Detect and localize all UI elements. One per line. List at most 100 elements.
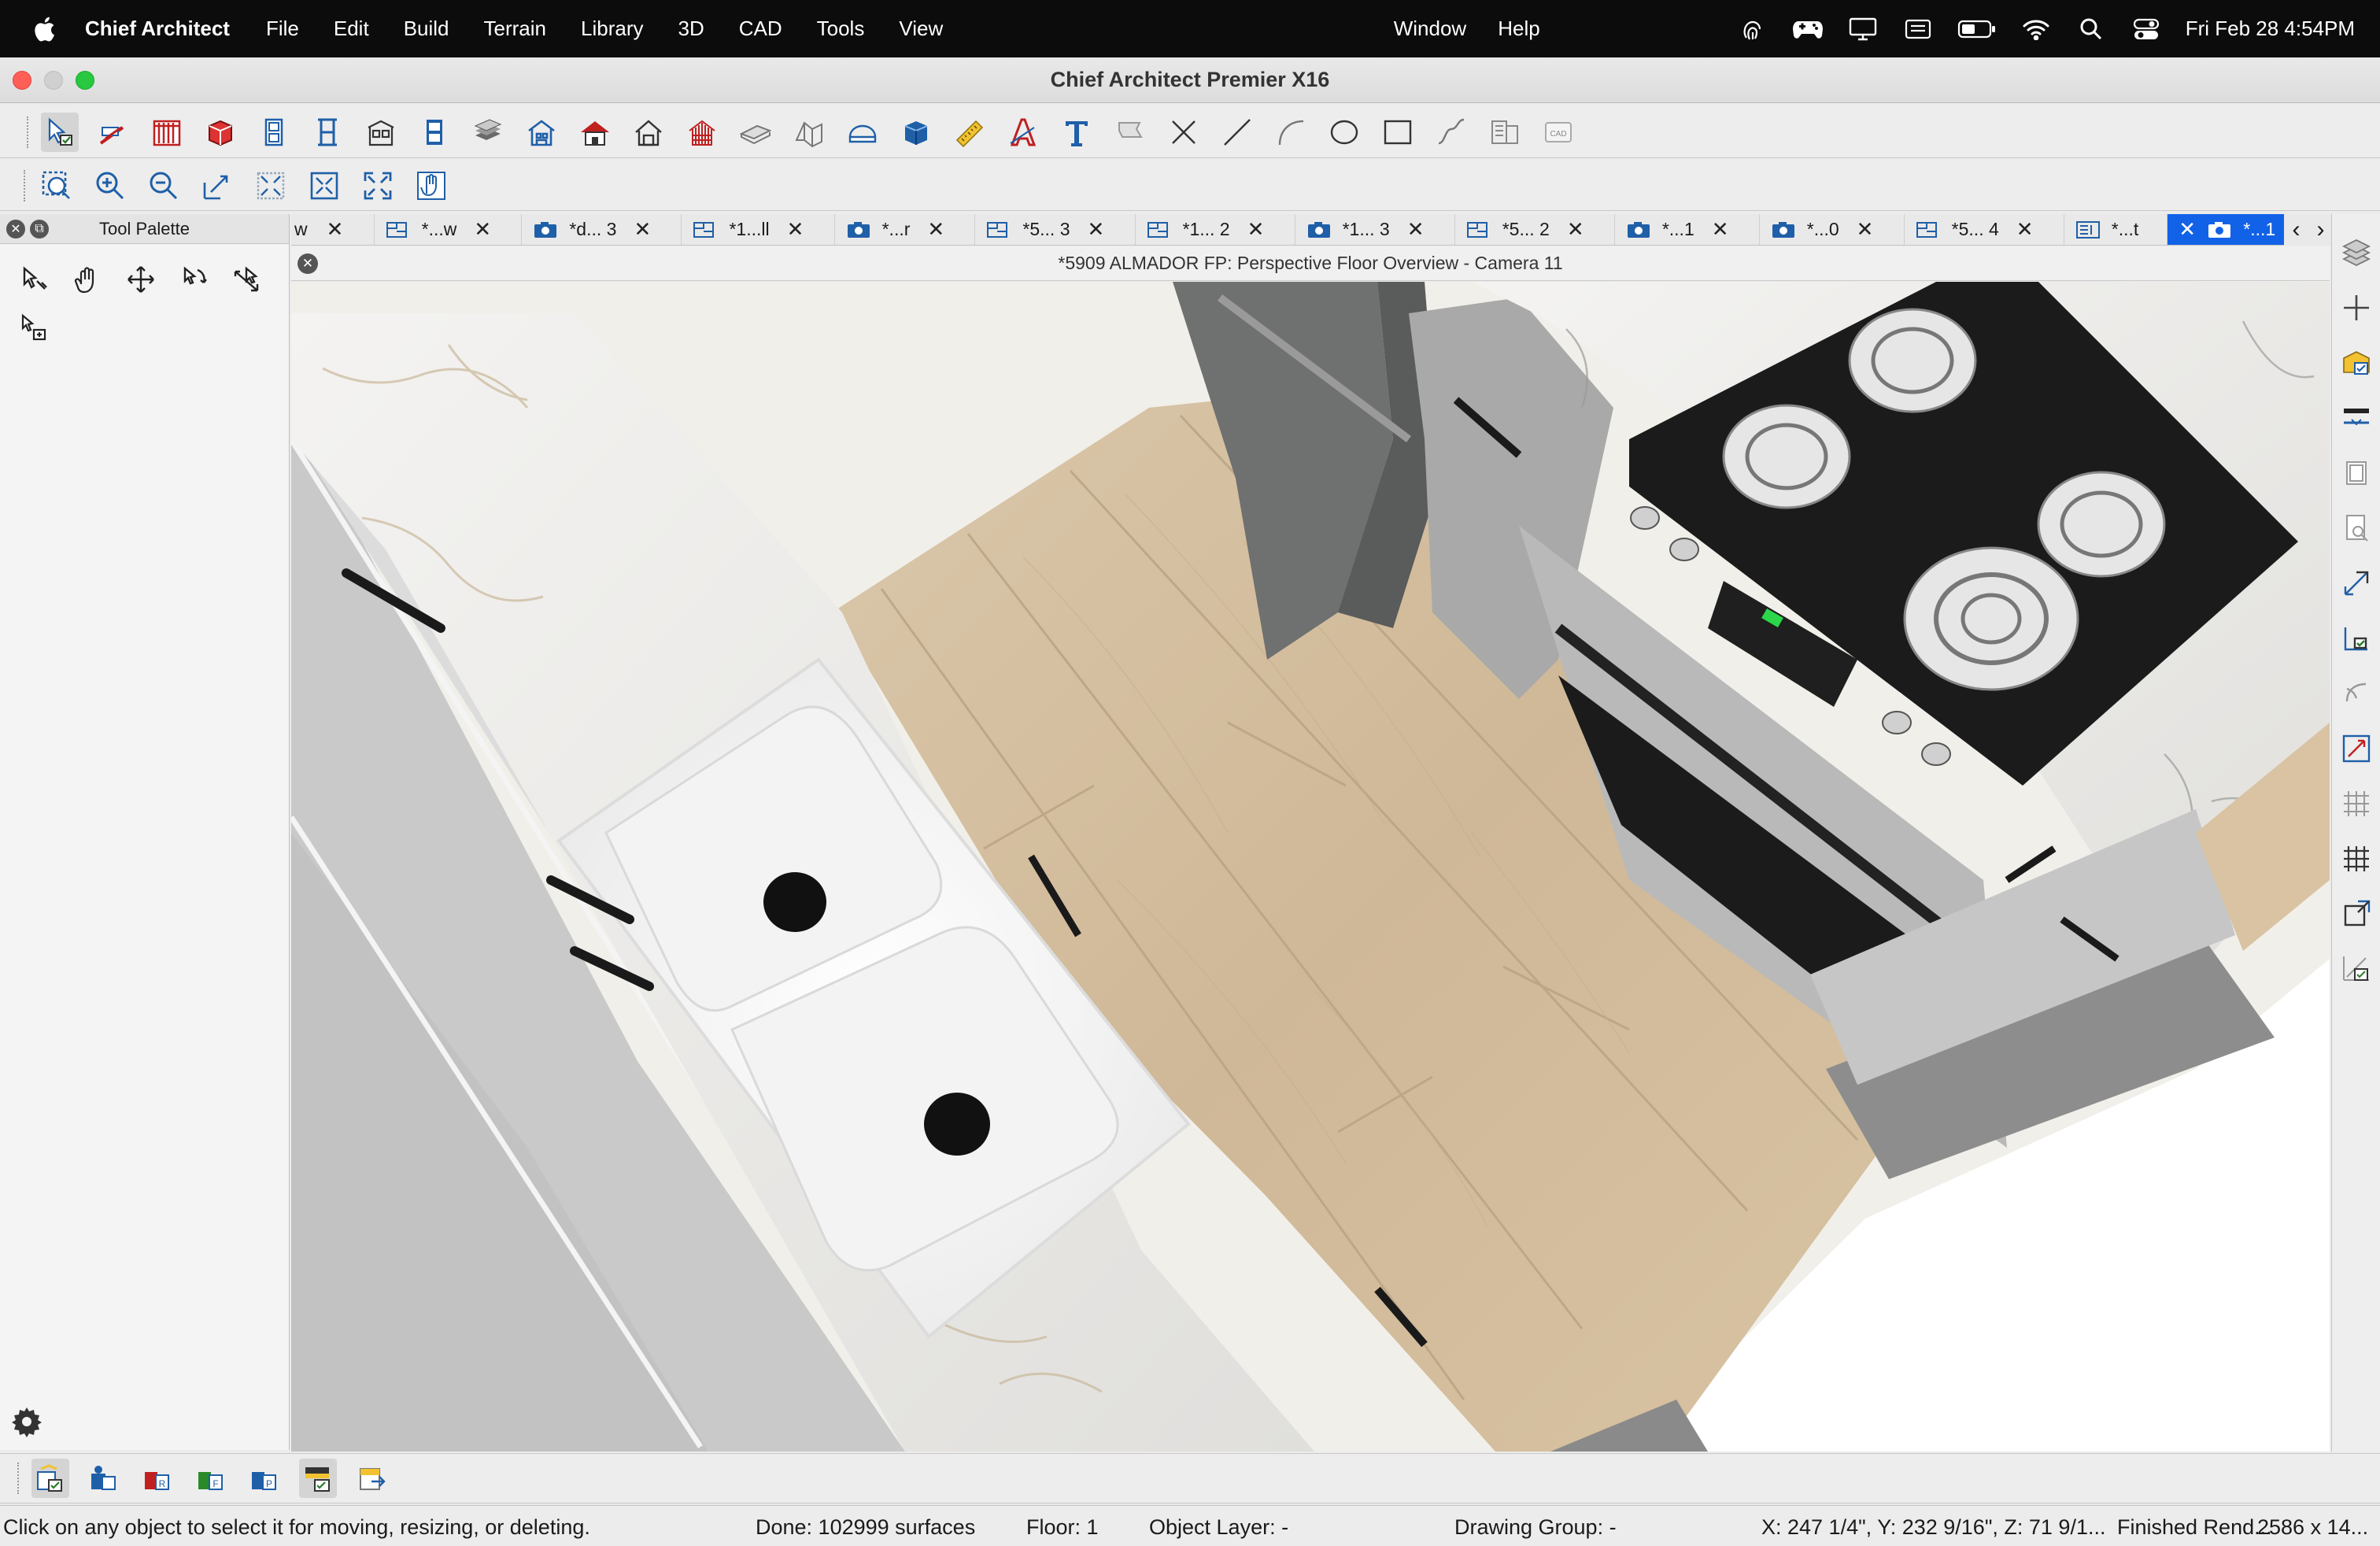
kitchen-rendering[interactable] — [291, 282, 2330, 1452]
fill-window-icon[interactable] — [305, 166, 343, 205]
tab-view[interactable]: *...1 ✕ — [1615, 214, 1760, 245]
material-painter-icon[interactable] — [2338, 398, 2374, 438]
group-select-icon[interactable] — [14, 309, 54, 348]
tab-view[interactable]: *...w ✕ — [375, 214, 523, 245]
3d-camera-view[interactable] — [291, 282, 2330, 1452]
layout-icon[interactable] — [1486, 113, 1524, 152]
tab-close-icon[interactable]: ✕ — [1857, 217, 1874, 242]
tab-close-icon[interactable]: ✕ — [327, 217, 344, 242]
tab-view[interactable]: *1... 3 ✕ — [1295, 214, 1455, 245]
toolbar-grip[interactable] — [17, 1463, 20, 1494]
transform-icon[interactable] — [2338, 564, 2374, 603]
text-icon[interactable] — [1058, 113, 1096, 152]
rotate-select-icon[interactable] — [175, 260, 214, 299]
tab-close-icon[interactable]: ✕ — [787, 217, 804, 242]
door-icon[interactable] — [255, 113, 293, 152]
reshape-icon[interactable] — [228, 260, 268, 299]
plot-plan-icon[interactable]: P — [246, 1459, 283, 1498]
render-icon[interactable]: R — [139, 1459, 176, 1498]
undo-zoom-icon[interactable] — [198, 166, 236, 205]
select-objects-icon[interactable] — [41, 113, 79, 152]
pan-hand-icon[interactable] — [412, 166, 450, 205]
menu-help[interactable]: Help — [1498, 17, 1539, 41]
callout-icon[interactable] — [1111, 113, 1149, 152]
export-icon[interactable] — [353, 1459, 390, 1498]
open-object-icon[interactable] — [2338, 343, 2374, 383]
plan-settings-icon[interactable] — [31, 1459, 69, 1498]
app-name-menu[interactable]: Chief Architect — [85, 17, 230, 41]
menu-library[interactable]: Library — [581, 17, 643, 41]
control-center-icon[interactable] — [2131, 17, 2162, 42]
keyboard-brightness-icon[interactable] — [1902, 17, 1934, 42]
curve-icon[interactable] — [2338, 674, 2374, 713]
apple-logo-icon[interactable] — [30, 13, 61, 45]
zoom-in-icon[interactable] — [91, 166, 129, 205]
grid-snap-icon[interactable] — [2338, 839, 2374, 878]
railing-fence-icon[interactable] — [148, 113, 186, 152]
wifi-icon[interactable] — [2020, 17, 2052, 42]
tab-view-partial[interactable]: w ✕ — [291, 214, 375, 245]
arc-icon[interactable] — [1272, 113, 1310, 152]
window-icon[interactable] — [309, 113, 346, 152]
wall-tools-icon[interactable] — [94, 113, 132, 152]
house-build-icon[interactable] — [523, 113, 560, 152]
close-window-button[interactable] — [13, 71, 31, 90]
layers-icon[interactable] — [2338, 233, 2374, 272]
tab-view[interactable]: *...t — [2064, 214, 2168, 245]
palette-dock-button[interactable]: ⧉ — [30, 219, 49, 239]
menu-edit[interactable]: Edit — [334, 17, 369, 41]
minimize-window-button[interactable] — [44, 71, 63, 90]
cross-section-icon[interactable] — [844, 113, 881, 152]
toolbar-grip[interactable] — [27, 117, 30, 148]
tab-view[interactable]: *...r ✕ — [835, 214, 976, 245]
edit-checklist-icon[interactable] — [2338, 949, 2374, 989]
copy-icon[interactable] — [2338, 453, 2374, 493]
move-arrows-icon[interactable] — [121, 260, 161, 299]
zoom-window-button[interactable] — [76, 71, 94, 90]
chevron-right-icon[interactable]: › — [2317, 216, 2325, 243]
resize-icon[interactable] — [2338, 729, 2374, 768]
stairs-icon[interactable] — [362, 113, 400, 152]
object-settings-icon[interactable] — [85, 1459, 123, 1498]
layer-toggle-icon[interactable] — [299, 1459, 337, 1498]
full-screen-icon[interactable] — [359, 166, 397, 205]
slab-icon[interactable] — [737, 113, 774, 152]
toolbar-grip[interactable] — [24, 169, 27, 202]
spline-icon[interactable] — [1432, 113, 1470, 152]
tab-close-icon[interactable]: ✕ — [1088, 217, 1105, 242]
cad-block-icon[interactable]: CAD — [1539, 113, 1577, 152]
menu-file[interactable]: File — [266, 17, 299, 41]
tab-close-icon[interactable]: ✕ — [1247, 217, 1265, 242]
find-icon[interactable] — [2338, 509, 2374, 548]
menu-tools[interactable]: Tools — [817, 17, 865, 41]
tab-view[interactable]: *1... 2 ✕ — [1136, 214, 1295, 245]
tab-view[interactable]: *d... 3 ✕ — [522, 214, 682, 245]
tab-close-icon[interactable]: ✕ — [1712, 217, 1729, 242]
grid-icon[interactable] — [2338, 784, 2374, 823]
tab-view[interactable]: *5... 4 ✕ — [1905, 214, 2064, 245]
tab-close-icon[interactable]: ✕ — [2179, 217, 2196, 242]
menu-build[interactable]: Build — [404, 17, 449, 41]
line-icon[interactable] — [1218, 113, 1256, 152]
menu-cad[interactable]: CAD — [739, 17, 782, 41]
menu-terrain[interactable]: Terrain — [484, 17, 546, 41]
display-icon[interactable] — [1847, 17, 1879, 42]
menu-3d[interactable]: 3D — [678, 17, 704, 41]
circle-icon[interactable] — [1325, 113, 1363, 152]
tab-close-icon[interactable]: ✕ — [927, 217, 944, 242]
text-style-icon[interactable] — [1004, 113, 1042, 152]
tab-close-icon[interactable]: ✕ — [1567, 217, 1584, 242]
menu-view[interactable]: View — [899, 17, 943, 41]
dimension-ruler-icon[interactable] — [951, 113, 989, 152]
reference-icon[interactable] — [2338, 894, 2374, 934]
menubar-clock[interactable]: Fri Feb 28 4:54PM — [2186, 17, 2355, 41]
menu-window[interactable]: Window — [1394, 17, 1466, 41]
tab-close-icon[interactable]: ✕ — [634, 217, 651, 242]
rectangle-icon[interactable] — [1379, 113, 1417, 152]
cabinet-icon[interactable] — [201, 113, 239, 152]
tab-view[interactable]: *5... 3 ✕ — [975, 214, 1136, 245]
view-close-button[interactable]: ✕ — [298, 253, 318, 274]
cabinet-tall-icon[interactable] — [416, 113, 453, 152]
framing-view-icon[interactable]: F — [192, 1459, 230, 1498]
pan-hand-icon[interactable] — [68, 260, 107, 299]
